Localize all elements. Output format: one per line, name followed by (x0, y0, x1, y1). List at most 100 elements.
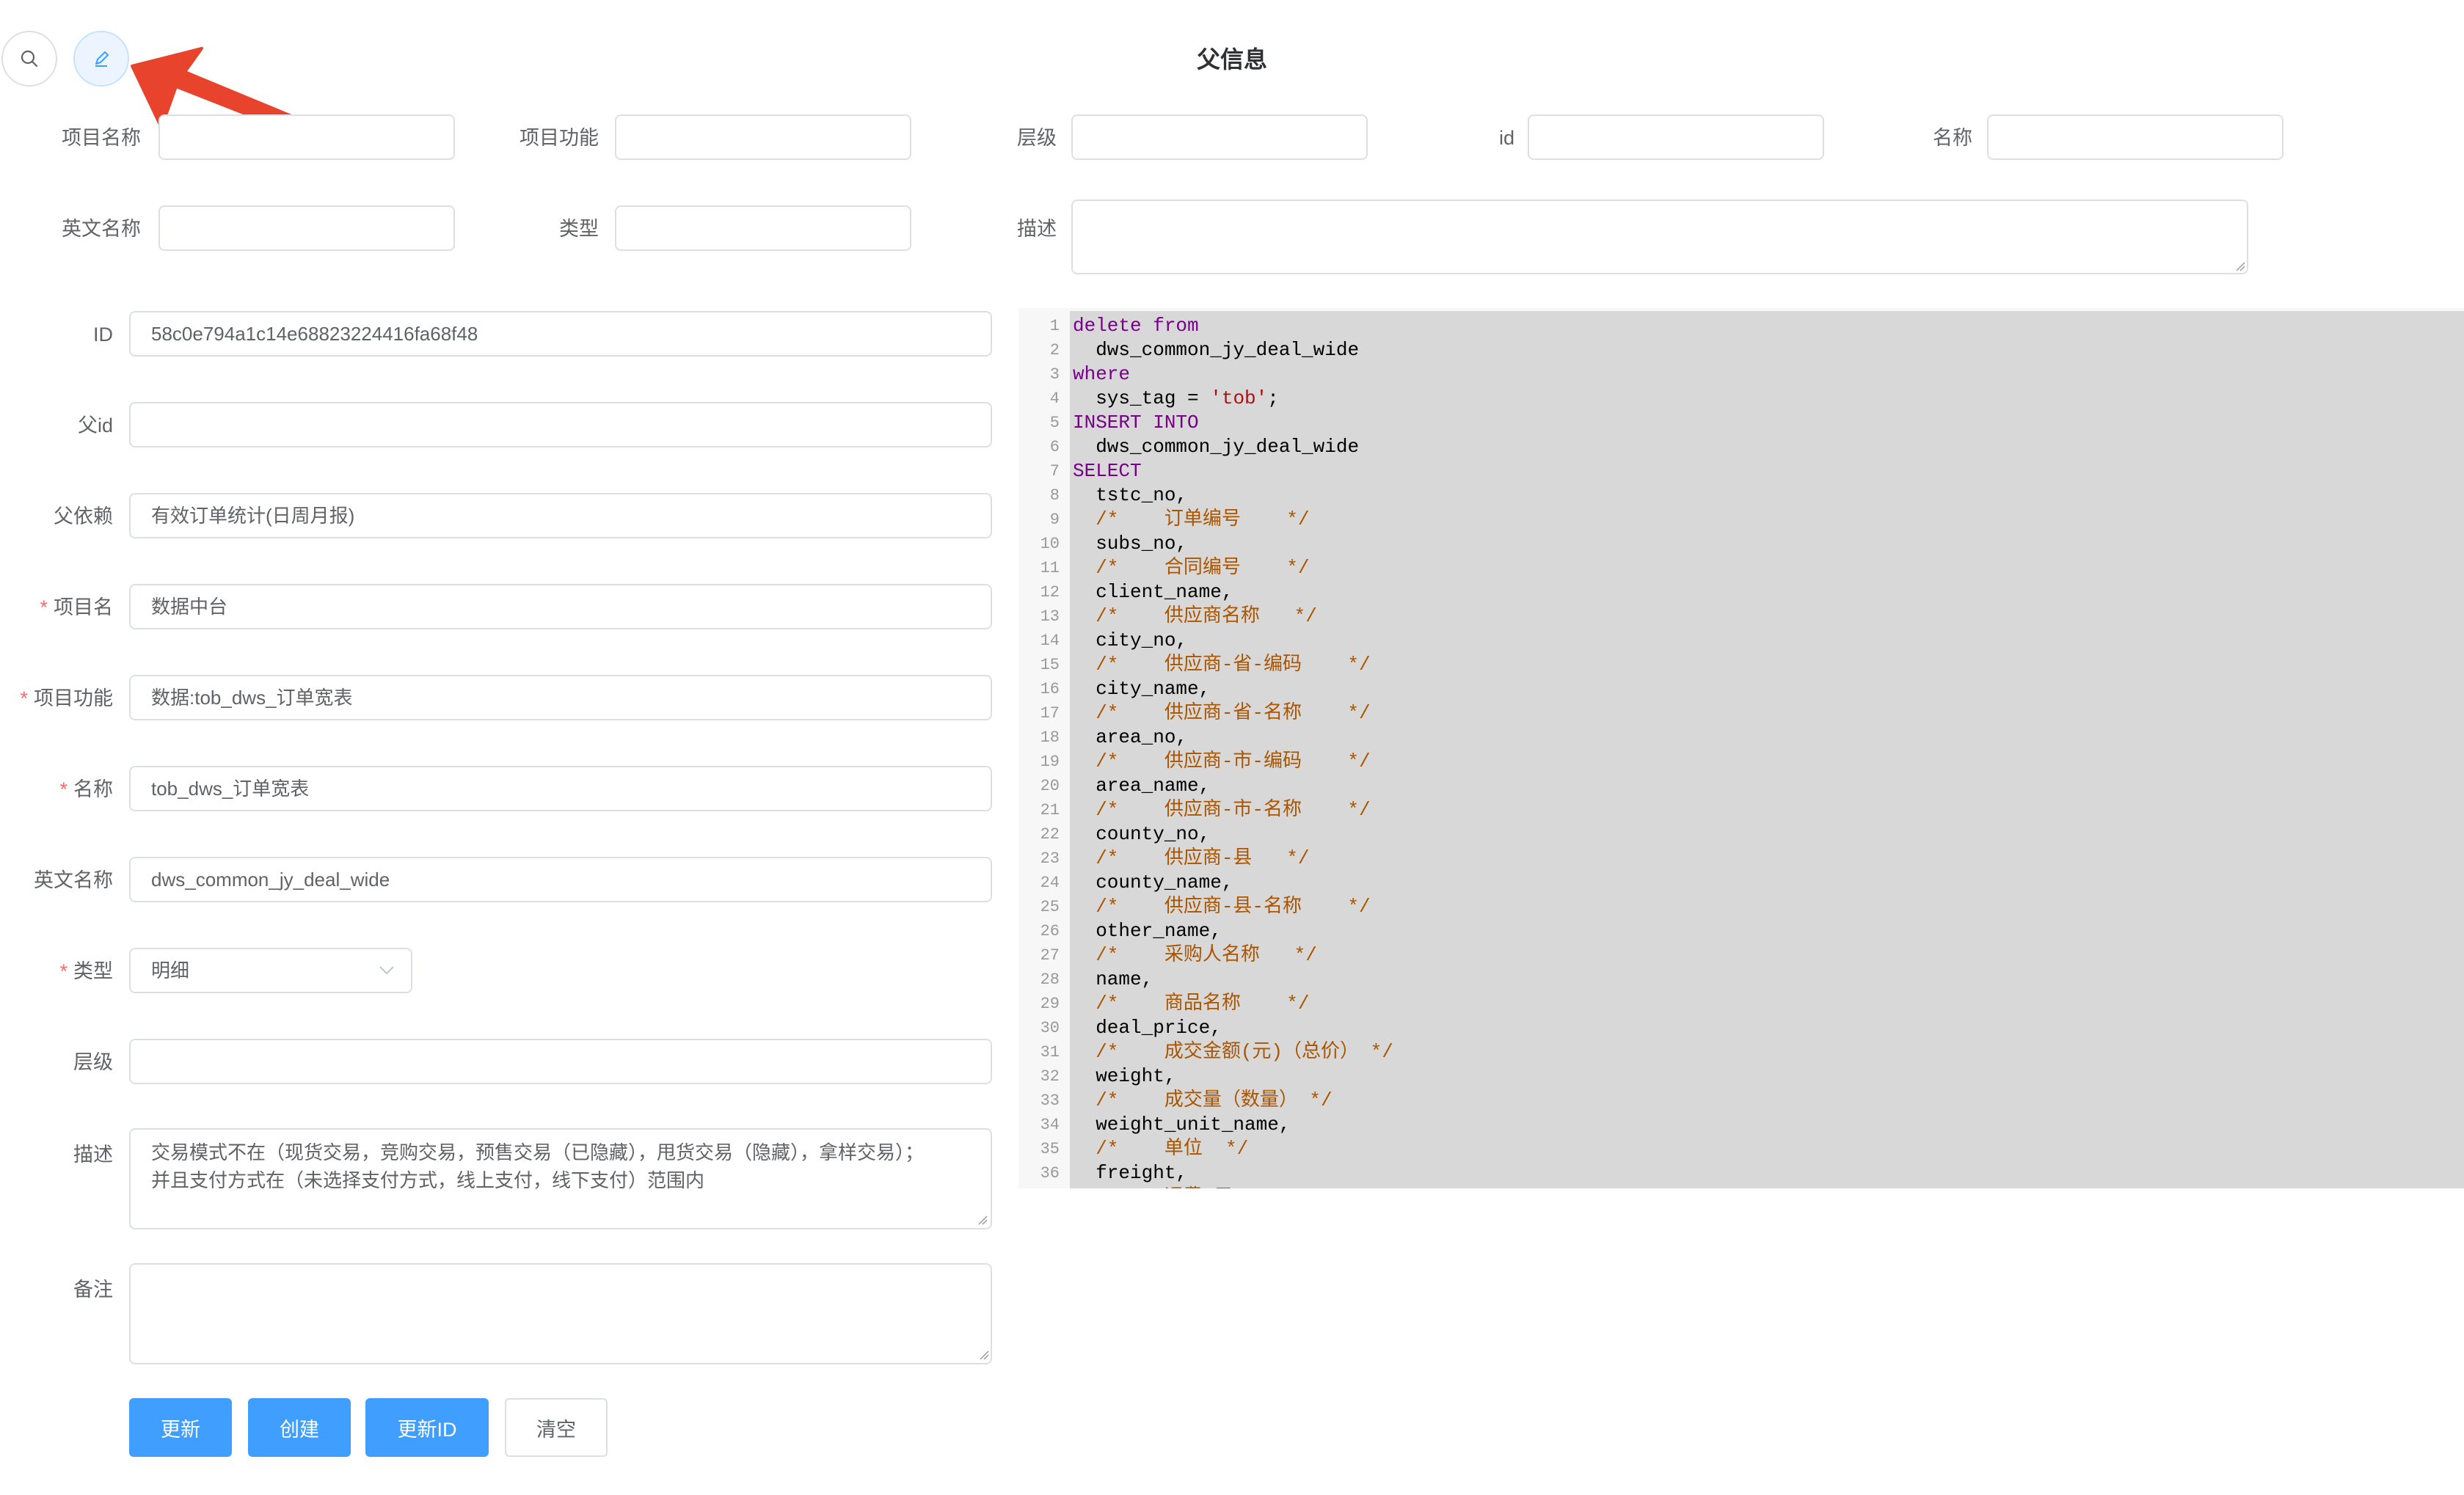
code-line: 18 area_no, (1018, 725, 2464, 750)
filter-label-type: 类型 (559, 218, 599, 240)
update-button[interactable]: 更新 (129, 1398, 232, 1457)
code-line: 23 /* 供应商-县 */ (1018, 847, 2464, 871)
form-project-func-input[interactable]: 数据:tob_dws_订单宽表 (129, 675, 992, 720)
filter-level-input[interactable] (1071, 114, 1368, 160)
form-label-remark: 备注 (73, 1279, 113, 1301)
code-line: 5 INSERT INTO (1018, 411, 2464, 435)
line-number: 6 (1049, 438, 1060, 456)
form-label-id: ID (93, 324, 113, 346)
form-project-name-input[interactable]: 数据中台 (129, 584, 992, 629)
filter-project-name-input[interactable] (158, 114, 455, 160)
filter-project-func-input[interactable] (615, 114, 911, 160)
resize-grip-icon[interactable] (2234, 260, 2245, 271)
code-line: 3 where (1018, 362, 2464, 387)
code-text: /* 成交量（数量） */ (1073, 1089, 1333, 1111)
form-level-input[interactable] (129, 1039, 992, 1084)
code-line: 32 weight, (1018, 1064, 2464, 1089)
code-line: 25 /* 供应商-县-名称 */ (1018, 895, 2464, 919)
filter-id-input[interactable] (1528, 114, 1824, 160)
form-label-name: * 名称 (59, 778, 113, 800)
update-id-button[interactable]: 更新ID (365, 1398, 489, 1457)
code-line: 37 /* 运费(元) */ (1018, 1185, 2464, 1188)
code-text: INSERT INTO (1073, 412, 1199, 434)
code-line: 27 /* 采购人名称 */ (1018, 943, 2464, 968)
line-number: 24 (1040, 874, 1060, 892)
form-parent-id-input[interactable] (129, 402, 992, 447)
code-text: county_name, (1073, 871, 1233, 893)
filter-en-name-input[interactable] (158, 205, 455, 251)
form-type-select[interactable]: 明细 (129, 948, 412, 993)
code-text: city_no, (1073, 629, 1188, 651)
form-remark-textarea[interactable] (129, 1263, 992, 1364)
code-text: /* 供应商-县 */ (1073, 847, 1310, 869)
line-number: 29 (1040, 995, 1060, 1013)
form-desc-textarea[interactable]: 交易模式不在（现货交易，竞购交易，预售交易（已隐藏），甩货交易（隐藏），拿样交易… (129, 1128, 992, 1229)
code-text: /* 成交金额(元)（总价） */ (1073, 1041, 1393, 1063)
code-line: 8 tstc_no, (1018, 483, 2464, 508)
code-line: 22 county_no, (1018, 822, 2464, 847)
code-text: dws_common_jy_deal_wide (1073, 339, 1360, 361)
code-text: /* 采购人名称 */ (1073, 944, 1317, 966)
filter-type-input[interactable] (615, 205, 911, 251)
code-text: weight_unit_name, (1073, 1114, 1291, 1136)
code-line: 11 /* 合同编号 */ (1018, 556, 2464, 580)
required-mark: * (40, 596, 48, 618)
sql-code-editor[interactable]: 1 delete from 2 dws_common_jy_deal_wide 3 wh… (1018, 308, 2464, 1188)
code-text: freight, (1073, 1162, 1188, 1184)
form-parent-dep-input[interactable]: 有效订单统计(日周月报) (129, 493, 992, 538)
filter-label-project-name: 项目名称 (62, 127, 141, 149)
line-number: 13 (1040, 607, 1060, 626)
line-number: 4 (1049, 390, 1060, 408)
code-line: 17 /* 供应商-省-名称 */ (1018, 701, 2464, 725)
code-line: 16 city_name, (1018, 677, 2464, 701)
filter-label-project-func: 项目功能 (520, 127, 599, 149)
line-number: 34 (1040, 1116, 1060, 1134)
code-text: other_name, (1073, 920, 1222, 942)
code-text: dws_common_jy_deal_wide (1073, 436, 1360, 458)
line-number: 3 (1049, 365, 1060, 384)
filter-name-input[interactable] (1987, 114, 2283, 160)
line-number: 27 (1040, 946, 1060, 965)
code-line: 13 /* 供应商名称 */ (1018, 604, 2464, 629)
line-number: 10 (1040, 535, 1060, 553)
clear-button[interactable]: 清空 (505, 1398, 608, 1457)
code-text: /* 供应商名称 */ (1073, 605, 1317, 627)
line-number: 32 (1040, 1067, 1060, 1086)
resize-grip-icon[interactable] (977, 1348, 989, 1360)
code-text: subs_no, (1073, 533, 1188, 555)
line-number: 17 (1040, 704, 1060, 723)
code-line: 26 other_name, (1018, 919, 2464, 943)
line-number: 22 (1040, 825, 1060, 844)
code-text: city_name, (1073, 678, 1211, 700)
code-text: /* 商品名称 */ (1073, 993, 1310, 1015)
code-text: deal_price, (1073, 1017, 1222, 1039)
line-number: 8 (1049, 486, 1060, 505)
line-number: 9 (1049, 511, 1060, 529)
code-text: area_name, (1073, 775, 1211, 797)
create-button[interactable]: 创建 (248, 1398, 351, 1457)
filter-label-level: 层级 (1017, 127, 1057, 149)
form-id-input[interactable]: 58c0e794a1c14e68823224416fa68f48 (129, 311, 992, 357)
code-line: 15 /* 供应商-省-编码 */ (1018, 653, 2464, 677)
code-line: 7 SELECT (1018, 459, 2464, 483)
code-line: 14 city_no, (1018, 629, 2464, 653)
filter-label-en-name: 英文名称 (62, 218, 141, 240)
page-title: 父信息 (1196, 46, 1267, 73)
line-number: 23 (1040, 849, 1060, 868)
line-number: 5 (1049, 414, 1060, 432)
code-text: /* 运费(元) */ (1073, 1185, 1302, 1188)
form-desc-line2: 并且支付方式在（未选择支付方式，线上支付，线下支付）范围内 (151, 1169, 705, 1191)
resize-grip-icon[interactable] (976, 1213, 988, 1225)
code-text: where (1073, 363, 1131, 385)
code-line: 2 dws_common_jy_deal_wide (1018, 338, 2464, 362)
form-en-name-input[interactable]: dws_common_jy_deal_wide (129, 857, 992, 902)
code-text: county_no, (1073, 823, 1211, 845)
code-line: 10 subs_no, (1018, 532, 2464, 556)
form-label-parent-dep: 父依赖 (54, 505, 113, 527)
filter-desc-textarea[interactable] (1071, 200, 2248, 274)
line-number: 33 (1040, 1092, 1060, 1110)
code-line: 35 /* 单位 */ (1018, 1137, 2464, 1161)
code-line: 28 name, (1018, 968, 2464, 992)
form-name-input[interactable]: tob_dws_订单宽表 (129, 766, 992, 811)
chevron-down-icon (379, 966, 394, 975)
